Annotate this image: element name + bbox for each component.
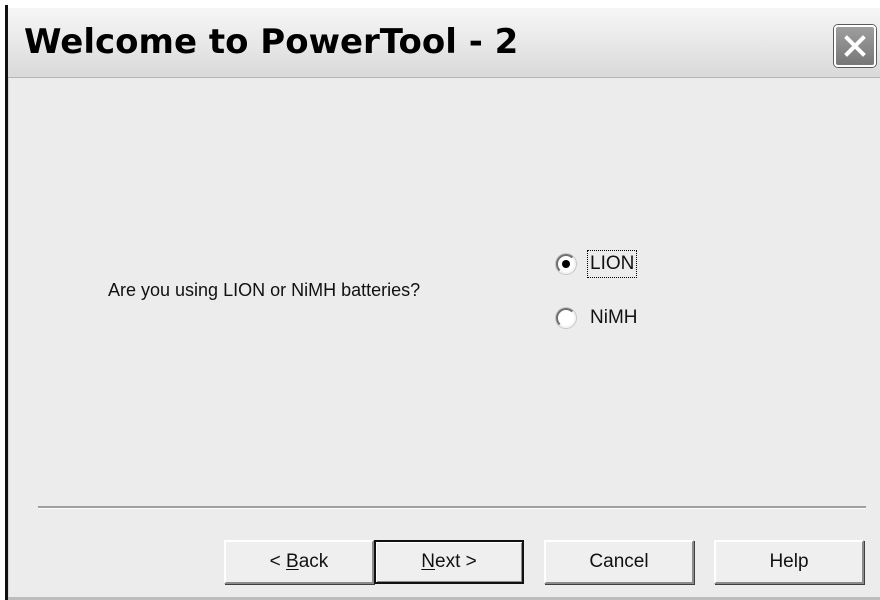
help-label: Help [769,551,809,572]
radio-dot-icon [562,260,570,268]
back-prefix: < [269,551,287,572]
nimh-radio-option[interactable]: NiMH [556,304,638,332]
battery-question: Are you using LION or NiMH batteries? [108,280,421,300]
lion-radio-option[interactable]: LION [556,250,638,278]
radio-unselected-icon[interactable] [556,308,576,328]
window-title: Welcome to PowerTool - 2 [24,22,519,62]
title-bar: Welcome to PowerTool - 2 [8,8,880,78]
close-icon [844,35,866,57]
next-button[interactable]: Next > [374,540,524,584]
next-rest: ext > [435,551,477,572]
cancel-label: Cancel [589,551,649,572]
help-button[interactable]: Help [714,540,864,584]
next-mnemonic: N [421,551,435,572]
cancel-button[interactable]: Cancel [544,540,694,584]
button-divider [38,506,866,508]
back-rest: ack [298,551,329,572]
back-button[interactable]: < Back [224,540,374,584]
back-mnemonic: B [286,551,299,572]
nimh-label[interactable]: NiMH [590,307,638,329]
setup-dialog: Welcome to PowerTool - 2 Are you using L… [5,5,880,600]
lion-label[interactable]: LION [586,250,638,278]
radio-selected-icon[interactable] [556,254,576,274]
close-button[interactable] [834,25,876,67]
